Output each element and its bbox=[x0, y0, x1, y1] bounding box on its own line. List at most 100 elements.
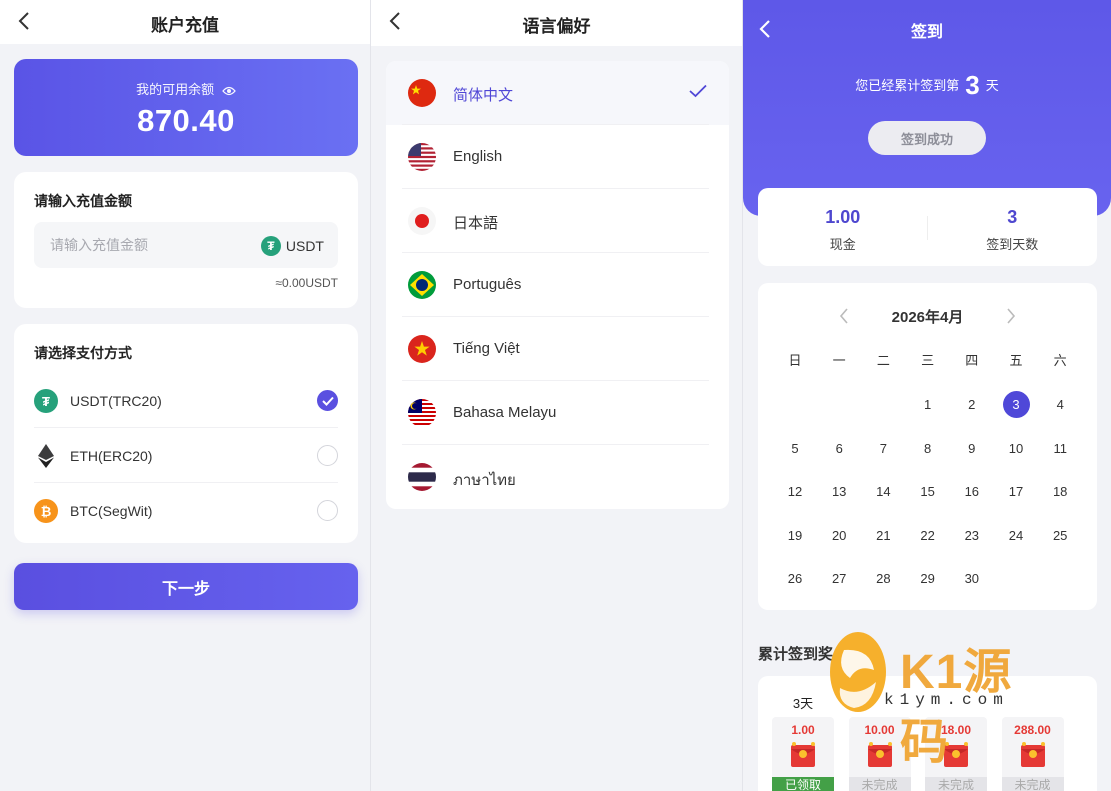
streak-prefix: 您已经累计签到第 bbox=[855, 78, 960, 93]
calendar-day[interactable]: 6 bbox=[822, 435, 856, 463]
next-button[interactable]: 下一步 bbox=[14, 563, 358, 610]
calendar-day[interactable]: 7 bbox=[866, 435, 900, 463]
reward-status: 未完成 bbox=[925, 777, 987, 791]
reward-box: 288.00 未完成 bbox=[1001, 717, 1064, 791]
reward-card[interactable]: 288.00 未完成 bbox=[1001, 676, 1064, 791]
reward-amount: 1.00 bbox=[791, 723, 815, 737]
calendar-day[interactable]: 2 bbox=[955, 391, 989, 419]
weekday-label: 三 bbox=[921, 353, 935, 368]
ethereum-icon bbox=[34, 444, 58, 468]
calendar-day[interactable]: 20 bbox=[822, 522, 856, 550]
calendar-day[interactable]: 25 bbox=[1043, 522, 1077, 550]
language-item-pt[interactable]: Português bbox=[386, 253, 729, 317]
calendar-day[interactable]: 22 bbox=[911, 522, 945, 550]
payment-title: 请选择支付方式 bbox=[34, 345, 132, 361]
balance-card: 我的可用余额 870.40 bbox=[14, 59, 358, 156]
page-title: 语言偏好 bbox=[522, 17, 591, 36]
payment-option-label: ETH(ERC20) bbox=[70, 448, 153, 464]
calendar-day[interactable]: 21 bbox=[866, 522, 900, 550]
eye-icon[interactable] bbox=[221, 86, 236, 96]
calendar-day[interactable]: 15 bbox=[911, 478, 945, 506]
thailand-flag-icon bbox=[408, 463, 436, 491]
calendar-day[interactable]: 17 bbox=[999, 478, 1033, 506]
currency-unit: ₮ USDT bbox=[260, 236, 324, 256]
approx-value: ≈0.00USDT bbox=[275, 276, 338, 290]
tether-icon: ₮ bbox=[260, 236, 281, 256]
calendar-day[interactable]: 8 bbox=[911, 435, 945, 463]
amount-input-box: ₮ USDT bbox=[34, 222, 338, 268]
checkin-screen: 签到 您已经累计签到第 3 天 签到成功 1.00 现金 3 签到天数 2026年4… bbox=[743, 0, 1111, 791]
streak-text: 您已经累计签到第 3 天 bbox=[743, 70, 1111, 101]
calendar-day[interactable]: 19 bbox=[778, 522, 812, 550]
calendar-day[interactable]: 12 bbox=[778, 478, 812, 506]
language-item-ms[interactable]: Bahasa Melayu bbox=[386, 381, 729, 445]
japan-flag-icon bbox=[408, 207, 436, 235]
chevron-right-icon[interactable] bbox=[1005, 308, 1017, 324]
checkin-hero: 签到 您已经累计签到第 3 天 签到成功 bbox=[743, 0, 1111, 216]
payment-option-usdt[interactable]: ₮ USDT(TRC20) bbox=[34, 374, 338, 428]
language-item-vi[interactable]: Tiếng Việt bbox=[386, 317, 729, 381]
calendar-day-today[interactable]: 3 bbox=[999, 391, 1033, 419]
calendar-day[interactable]: 13 bbox=[822, 478, 856, 506]
language-label: 简体中文 bbox=[453, 87, 514, 104]
cash-value: 1.00 bbox=[825, 207, 861, 227]
weekday-label: 日 bbox=[788, 353, 802, 368]
language-item-ja[interactable]: 日本語 bbox=[386, 189, 729, 253]
calendar-day[interactable]: 29 bbox=[911, 565, 945, 593]
streak-days: 3 bbox=[965, 70, 980, 100]
calendar-day[interactable]: 11 bbox=[1043, 435, 1077, 463]
page-title: 账户充值 bbox=[151, 16, 219, 35]
reward-card[interactable]: 10.00 未完成 bbox=[848, 676, 911, 791]
calendar-month: 2026年4月 bbox=[891, 309, 964, 326]
calendar-day[interactable]: 27 bbox=[822, 565, 856, 593]
reward-amount: 10.00 bbox=[864, 723, 895, 737]
amount-input[interactable] bbox=[50, 222, 250, 268]
days-value: 3 bbox=[1007, 207, 1018, 227]
currency-label: USDT bbox=[285, 238, 324, 254]
calendar-day[interactable]: 9 bbox=[955, 435, 989, 463]
radio-selected[interactable] bbox=[317, 390, 338, 411]
reward-card[interactable]: 18.00 未完成 bbox=[925, 676, 987, 791]
checkin-status-button[interactable]: 签到成功 bbox=[868, 121, 986, 155]
language-item-th[interactable]: ภาษาไทย bbox=[386, 445, 729, 509]
calendar-day[interactable]: 16 bbox=[955, 478, 989, 506]
calendar-day[interactable]: 24 bbox=[999, 522, 1033, 550]
balance-label: 我的可用余额 bbox=[136, 82, 215, 97]
reward-status: 未完成 bbox=[848, 777, 911, 791]
calendar-day[interactable]: 4 bbox=[1043, 391, 1077, 419]
payment-option-eth[interactable]: ETH(ERC20) bbox=[34, 429, 338, 483]
language-screen: 语言偏好 简体中文 English 日本語 Português Tiếng Vi… bbox=[371, 0, 742, 791]
calendar-day[interactable]: 5 bbox=[778, 435, 812, 463]
red-envelope-icon bbox=[791, 742, 815, 767]
calendar-day[interactable]: 18 bbox=[1043, 478, 1077, 506]
language-label: ภาษาไทย bbox=[453, 472, 516, 489]
balance-label-row: 我的可用余额 bbox=[14, 79, 358, 98]
china-flag-icon bbox=[408, 79, 436, 107]
check-icon bbox=[322, 396, 334, 406]
cash-label: 现金 bbox=[829, 237, 856, 252]
payment-option-btc[interactable]: ₿ BTC(SegWit) bbox=[34, 484, 338, 538]
calendar-day[interactable]: 10 bbox=[999, 435, 1033, 463]
calendar-day[interactable]: 1 bbox=[911, 391, 945, 419]
reward-days: 3天 bbox=[792, 696, 814, 711]
calendar-day[interactable]: 28 bbox=[866, 565, 900, 593]
language-list: 简体中文 English 日本語 Português Tiếng Việt Ba… bbox=[386, 61, 729, 509]
rewards-title: 累计签到奖 bbox=[758, 646, 834, 663]
balance-amount: 870.40 bbox=[137, 103, 235, 138]
bitcoin-icon: ₿ bbox=[34, 499, 58, 523]
language-item-zh[interactable]: 简体中文 bbox=[386, 61, 729, 125]
reward-box: 10.00 未完成 bbox=[848, 717, 911, 791]
calendar-day[interactable]: 14 bbox=[866, 478, 900, 506]
vietnam-flag-icon bbox=[408, 335, 436, 363]
reward-box: 18.00 未完成 bbox=[925, 717, 987, 791]
malaysia-flag-icon bbox=[408, 399, 436, 427]
radio-unselected[interactable] bbox=[317, 445, 338, 466]
language-item-en[interactable]: English bbox=[386, 125, 729, 189]
language-label: English bbox=[453, 148, 503, 165]
calendar-day[interactable]: 23 bbox=[955, 522, 989, 550]
radio-unselected[interactable] bbox=[317, 500, 338, 521]
reward-card[interactable]: 3天 1.00 已领取 bbox=[772, 676, 834, 791]
calendar-day[interactable]: 30 bbox=[955, 565, 989, 593]
calendar-day[interactable]: 26 bbox=[778, 565, 812, 593]
weekday-label: 二 bbox=[876, 353, 890, 368]
